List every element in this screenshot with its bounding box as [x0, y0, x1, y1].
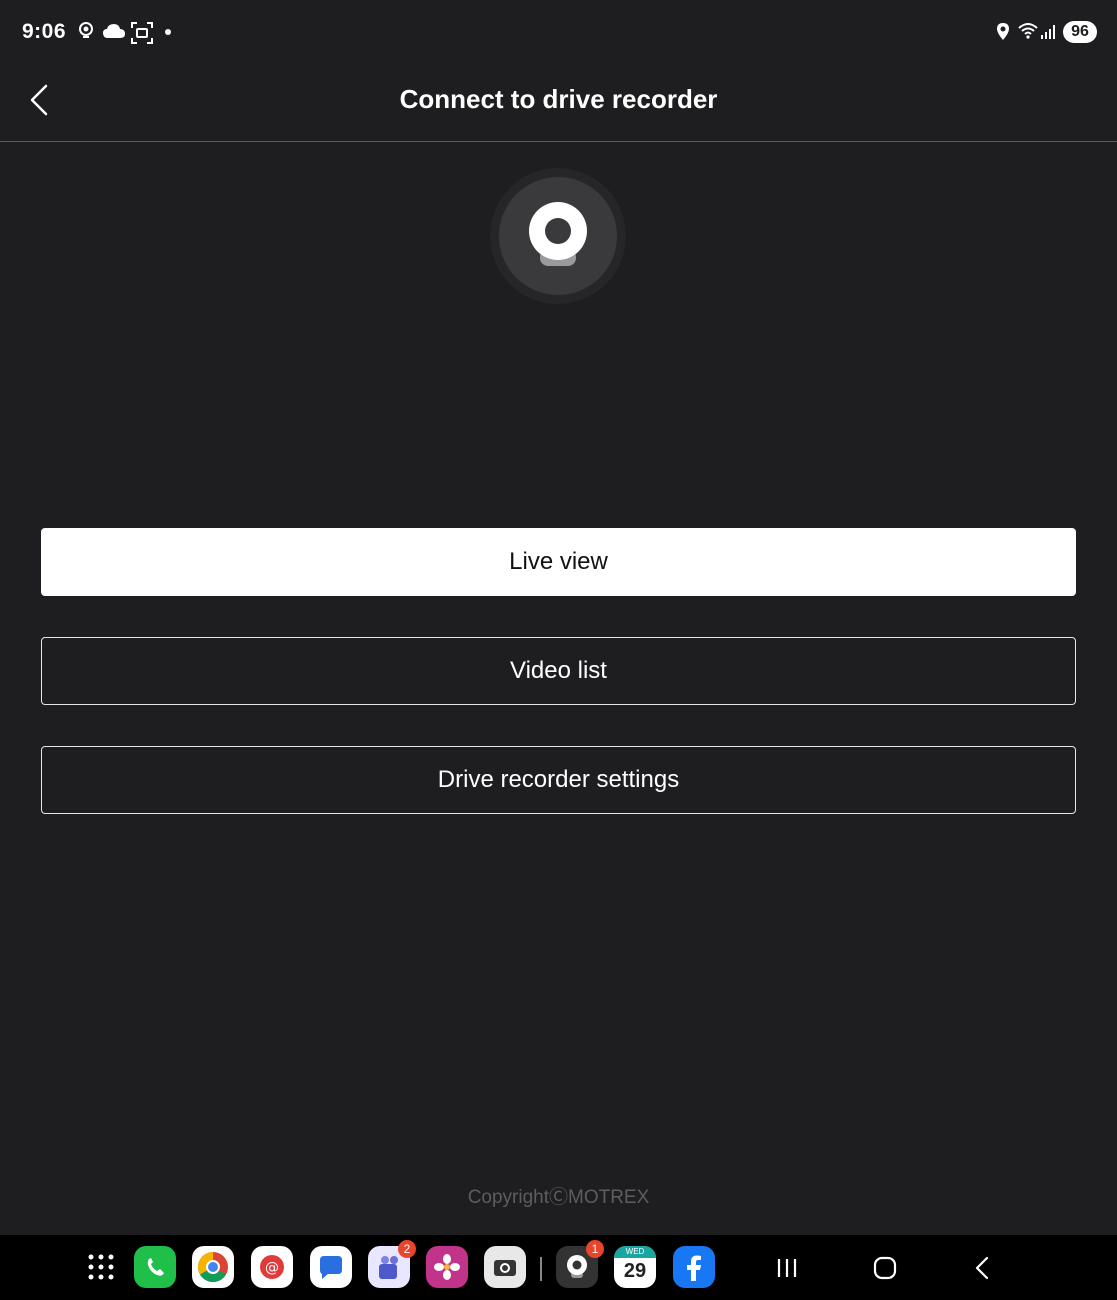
taskbar-separator: [540, 1257, 542, 1281]
calendar-day: WED: [614, 1246, 656, 1258]
battery-icon: 96: [1063, 21, 1097, 43]
recents-nav-icon[interactable]: [772, 1253, 802, 1283]
page-title: Connect to drive recorder: [399, 84, 718, 114]
dot-icon: [165, 29, 171, 35]
screenshot-icon: [131, 22, 153, 44]
status-bar: 9:06 96: [0, 0, 1117, 64]
gallery-app-icon[interactable]: [426, 1246, 468, 1288]
calendar-date: 29: [623, 1260, 647, 1282]
camera-app-icon[interactable]: [484, 1246, 526, 1288]
device-icon-container: [490, 168, 626, 304]
location-target-icon: [79, 22, 93, 38]
home-nav-icon[interactable]: [870, 1253, 900, 1283]
signal-icon: [1041, 25, 1055, 39]
dashcam-app-icon[interactable]: 1: [556, 1240, 604, 1288]
svg-text:@: @: [265, 1260, 279, 1276]
calendar-app-icon[interactable]: WED 29: [614, 1246, 656, 1288]
apps-grid-icon[interactable]: [80, 1246, 122, 1288]
drive-recorder-settings-button[interactable]: Drive recorder settings: [41, 746, 1076, 814]
status-time: 9:06: [22, 20, 67, 43]
live-view-button[interactable]: Live view: [41, 528, 1076, 596]
app-header: Connect to drive recorder: [0, 64, 1117, 142]
dashcam-badge: 1: [586, 1240, 604, 1258]
dashcam-icon: [529, 202, 587, 266]
cloud-icon: [103, 24, 125, 38]
phone-app-icon[interactable]: [134, 1246, 176, 1288]
back-nav-icon[interactable]: [968, 1253, 998, 1283]
messages-app-icon[interactable]: [310, 1246, 352, 1288]
chrome-app-icon[interactable]: [192, 1246, 234, 1288]
facebook-app-icon[interactable]: [673, 1246, 715, 1288]
email-app-icon[interactable]: @: [251, 1246, 293, 1288]
copyright-text: CopyrightⒸMOTREX: [467, 1187, 650, 1208]
teams-badge: 2: [398, 1240, 416, 1258]
teams-app-icon[interactable]: 2: [368, 1240, 416, 1288]
video-list-button[interactable]: Video list: [41, 637, 1076, 705]
location-pin-icon: [997, 23, 1009, 40]
taskbar: @ 2 1 WED 29: [0, 1235, 1117, 1300]
wifi-icon: [1018, 23, 1038, 39]
